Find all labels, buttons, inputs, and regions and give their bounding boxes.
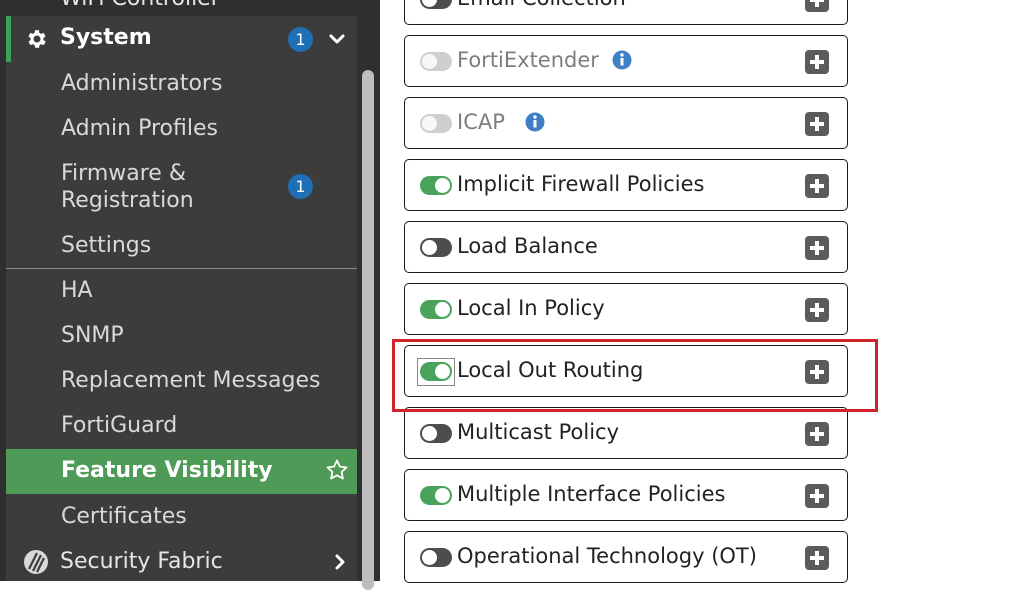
annotation-highlight-box: [392, 339, 878, 412]
add-to-menu-icon[interactable]: [805, 422, 829, 446]
feature-card-operational-technology: Operational Technology (OT): [404, 531, 848, 583]
sidebar: WiFi Controller System 1 Administrators …: [0, 0, 380, 581]
sidebar-item-label: Registration: [61, 188, 194, 213]
sidebar-item-label: Certificates: [61, 504, 187, 529]
sidebar-scrollbar-thumb[interactable]: [362, 70, 374, 590]
feature-label: Local In Policy: [457, 296, 605, 320]
sidebar-item-label: FortiGuard: [61, 413, 178, 438]
feature-card-multicast-policy: Multicast Policy: [404, 407, 848, 459]
add-to-menu-icon[interactable]: [805, 174, 829, 198]
sidebar-section-title: Security Fabric: [60, 549, 223, 574]
feature-label: ICAP: [457, 110, 505, 134]
feature-toggle[interactable]: [420, 548, 452, 567]
sidebar-item-ha[interactable]: HA: [6, 269, 357, 314]
info-icon[interactable]: [525, 112, 545, 132]
notification-badge: 1: [288, 27, 313, 52]
feature-toggle[interactable]: [420, 176, 452, 195]
sidebar-item-label: Settings: [61, 233, 152, 258]
add-to-menu-icon[interactable]: [805, 546, 829, 570]
sidebar-item-label: WiFi Controller: [60, 0, 220, 11]
add-to-menu-icon[interactable]: [805, 112, 829, 136]
feature-label: Multicast Policy: [457, 420, 620, 444]
add-to-menu-icon[interactable]: [805, 298, 829, 322]
sidebar-item-wifi-controller[interactable]: WiFi Controller: [6, 0, 357, 11]
sidebar-item-replacement-messages[interactable]: Replacement Messages: [6, 359, 357, 404]
sidebar-section-title: System: [60, 25, 152, 50]
chevron-right-icon: [335, 554, 345, 570]
feature-card-email-collection: Email Collection: [404, 0, 848, 25]
sidebar-item-label: Replacement Messages: [61, 368, 321, 393]
add-to-menu-icon[interactable]: [805, 236, 829, 260]
sidebar-item-fortiguard[interactable]: FortiGuard: [6, 404, 357, 449]
feature-toggle[interactable]: [420, 300, 452, 319]
feature-card-icap: ICAP: [404, 97, 848, 149]
feature-card-multiple-interface-policies: Multiple Interface Policies: [404, 469, 848, 521]
feature-card-fortiextender: FortiExtender: [404, 35, 848, 87]
active-section-indicator: [6, 16, 11, 62]
sidebar-item-firmware-registration[interactable]: Firmware & Registration 1: [6, 152, 357, 224]
sidebar-item-feature-visibility[interactable]: Feature Visibility: [6, 449, 357, 494]
gear-icon: [28, 30, 46, 48]
feature-toggle[interactable]: [420, 238, 452, 257]
sidebar-section-security-fabric[interactable]: Security Fabric: [6, 541, 357, 581]
sidebar-item-label: Feature Visibility: [61, 458, 273, 483]
sidebar-item-administrators[interactable]: Administrators: [6, 62, 357, 107]
feature-toggle: [420, 52, 452, 71]
sidebar-item-label: HA: [61, 278, 93, 303]
add-to-menu-icon[interactable]: [805, 484, 829, 508]
feature-toggle[interactable]: [420, 0, 452, 9]
sidebar-item-admin-profiles[interactable]: Admin Profiles: [6, 107, 357, 152]
star-icon[interactable]: [325, 458, 349, 482]
sidebar-item-settings[interactable]: Settings: [6, 224, 357, 268]
feature-label: Email Collection: [457, 0, 626, 10]
feature-card-local-in-policy: Local In Policy: [404, 283, 848, 335]
feature-toggle[interactable]: [420, 424, 452, 443]
sidebar-item-label: Admin Profiles: [61, 116, 218, 141]
feature-label: Operational Technology (OT): [457, 544, 757, 568]
feature-label: Load Balance: [457, 234, 598, 258]
chevron-down-icon: [329, 34, 345, 44]
info-icon[interactable]: [612, 50, 632, 70]
feature-toggle: [420, 114, 452, 133]
add-to-menu-icon[interactable]: [805, 50, 829, 74]
sidebar-section-system[interactable]: System 1: [6, 16, 357, 62]
feature-label: FortiExtender: [457, 48, 599, 72]
security-fabric-icon: [24, 550, 48, 574]
feature-label: Implicit Firewall Policies: [457, 172, 705, 196]
sidebar-item-snmp[interactable]: SNMP: [6, 314, 357, 359]
sidebar-item-label: Firmware &: [61, 161, 186, 186]
add-to-menu-icon[interactable]: [805, 0, 829, 12]
feature-card-load-balance: Load Balance: [404, 221, 848, 273]
feature-toggle[interactable]: [420, 486, 452, 505]
feature-card-implicit-firewall-policies: Implicit Firewall Policies: [404, 159, 848, 211]
feature-label: Multiple Interface Policies: [457, 482, 726, 506]
sidebar-item-label: Administrators: [61, 71, 223, 96]
notification-badge: 1: [288, 174, 313, 199]
sidebar-item-label: SNMP: [61, 323, 124, 348]
sidebar-item-certificates[interactable]: Certificates: [6, 494, 357, 541]
